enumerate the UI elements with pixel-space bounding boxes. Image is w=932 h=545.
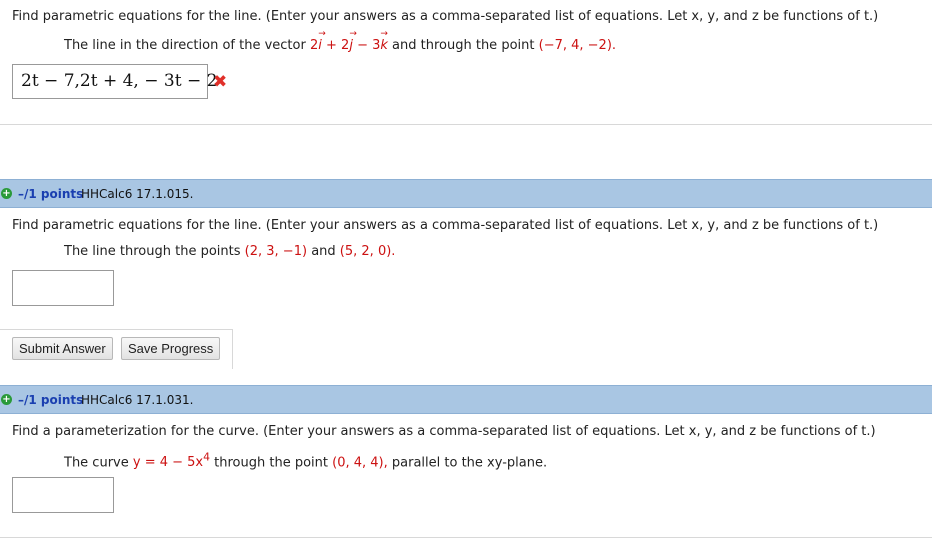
incorrect-x-icon: ✖ xyxy=(213,72,228,92)
q1-prompt: Find parametric equations for the line. … xyxy=(12,9,879,24)
q3-sub-pre: The curve xyxy=(64,455,129,471)
vec-j-coef: + 2 xyxy=(326,38,350,53)
q3-prompt: Find a parameterization for the curve. (… xyxy=(12,424,876,439)
q2-id: HHCalc6 17.1.015. xyxy=(81,187,194,201)
q1-answer-input[interactable]: 2t − 7,2t + 4, − 3t − 2 xyxy=(12,64,217,99)
q3-points: –/1 points xyxy=(18,393,84,407)
q2-sub-pre: The line through the points xyxy=(64,244,241,259)
vec-k-coef: − 3 xyxy=(357,38,381,53)
q2-point-a: (2, 3, −1) xyxy=(244,244,308,259)
q3-point: (0, 4, 4), xyxy=(332,455,388,471)
q1-point: (−7, 4, −2). xyxy=(538,38,617,53)
q2-prompt: Find parametric equations for the line. … xyxy=(12,218,879,233)
q2-subprompt: The line through the points (2, 3, −1) a… xyxy=(64,244,395,259)
q2-header: + –/1 points HHCalc6 17.1.015. xyxy=(0,179,932,208)
q3-id: HHCalc6 17.1.031. xyxy=(81,393,194,407)
q3-curve: y = 4 − 5x4 xyxy=(132,451,210,471)
q2-answer-input[interactable] xyxy=(12,270,114,306)
vec-i-coef: 2 xyxy=(309,38,319,53)
q1-sub-pre: The line in the direction of the vector xyxy=(64,38,306,53)
q3-sub-mid: through the point xyxy=(214,455,328,471)
q3-subprompt: The curve y = 4 − 5x4 through the point … xyxy=(64,451,547,470)
q2-points: –/1 points xyxy=(18,187,84,201)
q1-subprompt: The line in the direction of the vector … xyxy=(64,29,617,53)
divider xyxy=(0,537,932,538)
q3-curve-eq: y = 4 − 5x xyxy=(132,455,204,471)
submit-answer-button[interactable]: Submit Answer xyxy=(12,337,113,360)
q1-vector: 2i + 2j − 3k xyxy=(309,29,392,53)
q2-point-b: (5, 2, 0). xyxy=(339,244,396,259)
q1-sub-mid: and through the point xyxy=(392,38,535,53)
vec-j: j xyxy=(349,29,356,53)
vec-i: i xyxy=(318,29,325,53)
vec-k: k xyxy=(380,29,388,53)
q3-answer-input[interactable] xyxy=(12,477,114,513)
q3-sub-post: parallel to the xy-plane. xyxy=(391,455,548,471)
expand-plus-icon[interactable]: + xyxy=(1,188,12,199)
q3-header: + –/1 points HHCalc6 17.1.031. xyxy=(0,385,932,414)
save-progress-button[interactable]: Save Progress xyxy=(121,337,221,360)
q3-curve-exp: 4 xyxy=(203,451,211,464)
expand-plus-icon[interactable]: + xyxy=(1,394,12,405)
divider xyxy=(0,124,932,125)
q2-sub-and: and xyxy=(311,244,336,259)
